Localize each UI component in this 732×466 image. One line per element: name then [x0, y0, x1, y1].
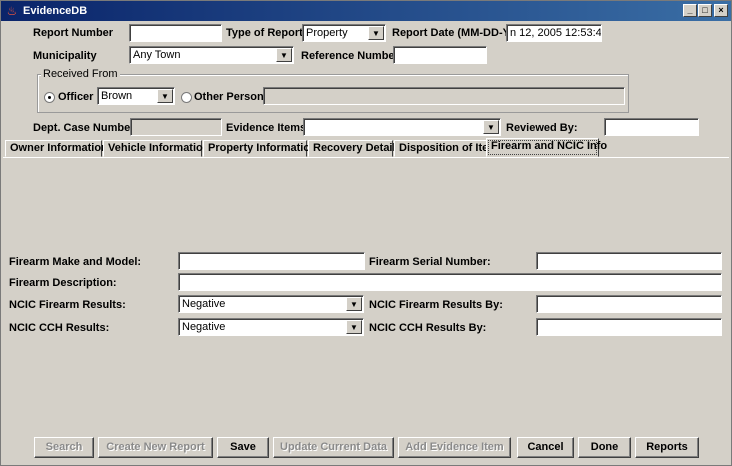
chevron-down-icon[interactable]: ▼	[346, 297, 362, 311]
type-of-report-label: Type of Report	[226, 27, 303, 39]
firearm-serial-input[interactable]	[536, 252, 722, 270]
report-date-input[interactable]: n 12, 2005 12:53:45	[506, 24, 602, 42]
maximize-icon: □	[702, 5, 708, 15]
evidencedb-window: ♨ EvidenceDB _ □ × Report Number Type of…	[0, 0, 732, 466]
window-title: EvidenceDB	[23, 5, 88, 17]
ncic-cch-results-by-label: NCIC CCH Results By:	[369, 322, 487, 334]
close-button[interactable]: ×	[714, 4, 728, 17]
ncic-cch-results-label: NCIC CCH Results:	[9, 322, 110, 334]
officer-radio[interactable]	[44, 92, 55, 103]
ncic-firearm-results-value: Negative	[182, 298, 226, 310]
add-evidence-item-button[interactable]: Add Evidence Item	[398, 437, 511, 458]
chevron-down-icon[interactable]: ▼	[276, 48, 292, 62]
other-person-radio[interactable]	[181, 92, 192, 103]
tab-owner-information[interactable]: Owner Information	[5, 140, 108, 157]
reference-number-input[interactable]	[393, 46, 487, 64]
update-current-data-button[interactable]: Update Current Data	[273, 437, 394, 458]
reviewed-by-input[interactable]	[604, 118, 699, 136]
municipality-select[interactable]: Any Town ▼	[129, 46, 294, 64]
title-bar[interactable]: ♨ EvidenceDB _ □ ×	[1, 1, 731, 21]
other-person-input[interactable]	[263, 87, 625, 105]
dept-case-number-label: Dept. Case Number:	[33, 122, 139, 134]
ncic-firearm-results-select[interactable]: Negative ▼	[178, 295, 364, 313]
save-button[interactable]: Save	[217, 437, 269, 458]
officer-value: Brown	[101, 90, 133, 102]
reviewed-by-label: Reviewed By:	[506, 122, 578, 134]
minimize-icon: _	[687, 5, 693, 15]
ncic-cch-results-by-input[interactable]	[536, 318, 722, 336]
reports-button[interactable]: Reports	[635, 437, 699, 458]
firearm-serial-label: Firearm Serial Number:	[369, 256, 491, 268]
type-of-report-value: Property	[306, 27, 348, 39]
minimize-button[interactable]: _	[683, 4, 697, 17]
tab-strip: Owner Information Vehicle Information Pr…	[5, 138, 729, 158]
report-date-label: Report Date (MM-DD-YY)	[392, 27, 521, 39]
firearm-description-input[interactable]	[178, 273, 722, 291]
chevron-down-icon[interactable]: ▼	[368, 26, 384, 40]
municipality-value: Any Town	[133, 49, 181, 61]
other-person-label[interactable]: Other Person	[194, 90, 264, 104]
java-cup-icon: ♨	[6, 4, 18, 18]
chevron-down-icon[interactable]: ▼	[483, 120, 499, 134]
officer-select[interactable]: Brown ▼	[97, 87, 175, 105]
ncic-firearm-results-label: NCIC Firearm Results:	[9, 299, 126, 311]
chevron-down-icon[interactable]: ▼	[346, 320, 362, 334]
received-from-title: Received From	[41, 68, 120, 80]
officer-label[interactable]: Officer	[58, 90, 93, 104]
create-new-report-button[interactable]: Create New Report	[98, 437, 213, 458]
firearm-make-model-input[interactable]	[178, 252, 365, 270]
dept-case-number-input[interactable]	[130, 118, 222, 136]
cancel-button[interactable]: Cancel	[517, 437, 574, 458]
ncic-cch-results-value: Negative	[182, 321, 226, 333]
municipality-label: Municipality	[33, 50, 97, 62]
search-button[interactable]: Search	[34, 437, 94, 458]
reference-number-label: Reference Number	[301, 50, 399, 62]
close-icon: ×	[718, 5, 724, 15]
maximize-button[interactable]: □	[698, 4, 712, 17]
type-of-report-select[interactable]: Property ▼	[302, 24, 386, 42]
ncic-cch-results-select[interactable]: Negative ▼	[178, 318, 364, 336]
evidence-items-label: Evidence Items:	[226, 122, 310, 134]
report-number-label: Report Number	[33, 27, 114, 39]
chevron-down-icon[interactable]: ▼	[157, 89, 173, 103]
evidence-items-select[interactable]: ▼	[303, 118, 501, 136]
tab-disposition-of-item[interactable]: Disposition of Item	[394, 140, 498, 157]
firearm-description-label: Firearm Description:	[9, 277, 117, 289]
tab-property-information[interactable]: Property Information	[203, 140, 317, 157]
ncic-firearm-results-by-label: NCIC Firearm Results By:	[369, 299, 503, 311]
firearm-make-model-label: Firearm Make and Model:	[9, 256, 142, 268]
tab-vehicle-information[interactable]: Vehicle Information	[103, 140, 209, 157]
tab-recovery-details[interactable]: Recovery Details	[308, 140, 402, 157]
tab-firearm-and-ncic-info[interactable]: Firearm and NCIC Info	[486, 138, 607, 157]
report-number-input[interactable]	[129, 24, 222, 42]
ncic-firearm-results-by-input[interactable]	[536, 295, 722, 313]
done-button[interactable]: Done	[578, 437, 631, 458]
